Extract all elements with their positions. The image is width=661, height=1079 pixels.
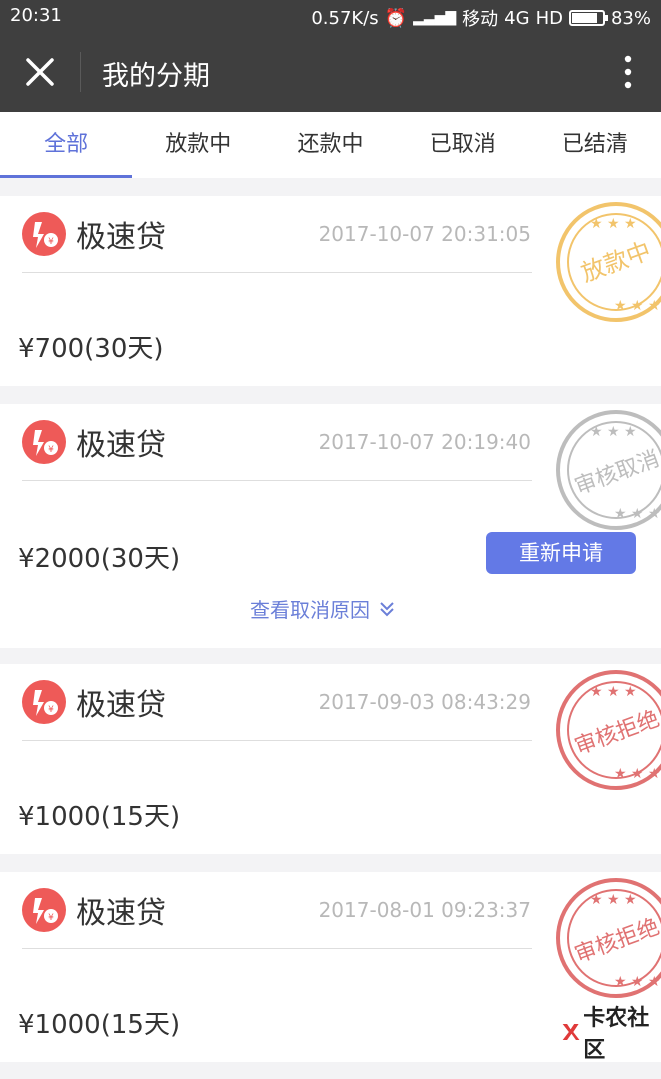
loan-time: 2017-10-07 20:19:40 <box>318 430 531 454</box>
loan-time: 2017-09-03 08:43:29 <box>318 690 531 714</box>
more-options-icon[interactable] <box>613 54 643 90</box>
product-logo-icon: ¥ <box>22 680 66 724</box>
svg-text:★ ★ ★: ★ ★ ★ <box>590 684 637 700</box>
stamp-text: 放款中 <box>577 237 654 288</box>
cancel-reason-label: 查看取消原因 <box>250 598 370 622</box>
svg-text:★ ★ ★: ★ ★ ★ <box>590 216 637 232</box>
tab-repaying[interactable]: 还款中 <box>264 112 396 178</box>
status-bar: 20:31 0.57K/s ⏰ ▂▃▅▇ 移动 4G HD 83% <box>0 0 661 32</box>
card-divider <box>22 480 532 481</box>
status-stamp-icon: ★ ★ ★ ★ ★ ★ 审核拒绝 <box>556 878 661 998</box>
double-chevron-down-icon <box>380 601 394 616</box>
svg-text:¥: ¥ <box>48 445 54 455</box>
svg-text:★ ★ ★: ★ ★ ★ <box>614 298 661 314</box>
product-name: 极速贷 <box>76 220 166 255</box>
watermark: 卡农社区 <box>560 1000 661 1064</box>
loan-amount: ¥700(30天) <box>18 334 164 364</box>
hd-indicator: HD <box>535 7 563 29</box>
watermark-text: 卡农社区 <box>583 1006 650 1063</box>
loan-card[interactable]: ¥ 极速贷 2017-09-03 08:43:29 ¥1000(15天) ★ ★… <box>0 664 661 854</box>
view-cancel-reason-link[interactable]: 查看取消原因 <box>250 594 396 623</box>
product-logo-icon: ¥ <box>22 212 66 256</box>
product-name: 极速贷 <box>76 428 166 463</box>
close-icon[interactable] <box>20 52 60 92</box>
svg-text:¥: ¥ <box>48 705 54 715</box>
card-divider <box>22 272 532 273</box>
svg-text:★ ★ ★: ★ ★ ★ <box>614 766 661 782</box>
tab-disbursing[interactable]: 放款中 <box>132 112 264 178</box>
battery-percent: 83% <box>610 7 651 29</box>
product-name: 极速贷 <box>76 896 166 931</box>
loan-card[interactable]: ¥ 极速贷 2017-10-07 20:19:40 ¥2000(30天) ★ ★… <box>0 404 661 648</box>
status-stamp-icon: ★ ★ ★ ★ ★ ★ 审核拒绝 <box>556 670 661 790</box>
tab-all[interactable]: 全部 <box>0 112 133 178</box>
alarm-icon: ⏰ <box>384 7 408 29</box>
status-stamp-icon: ★ ★ ★ ★ ★ ★ 审核取消 <box>556 410 661 530</box>
product-name: 极速贷 <box>76 688 166 723</box>
svg-text:★ ★ ★: ★ ★ ★ <box>590 892 637 908</box>
svg-text:★ ★ ★: ★ ★ ★ <box>590 424 637 440</box>
card-divider <box>22 948 532 949</box>
product-logo-icon: ¥ <box>22 420 66 464</box>
status-indicators: 0.57K/s ⏰ ▂▃▅▇ 移动 4G HD 83% <box>311 5 651 31</box>
loan-amount: ¥1000(15天) <box>18 1010 181 1040</box>
loan-card[interactable]: ¥ 极速贷 2017-10-07 20:31:05 ¥700(30天) ★ ★ … <box>0 196 661 386</box>
title-bar: 我的分期 <box>0 32 661 112</box>
status-time: 20:31 <box>10 5 62 26</box>
product-logo-icon: ¥ <box>22 888 66 932</box>
page-title: 我的分期 <box>102 61 210 92</box>
svg-text:★ ★ ★: ★ ★ ★ <box>614 506 661 522</box>
stamp-text: 审核取消 <box>572 446 661 500</box>
card-divider <box>22 740 532 741</box>
loan-amount: ¥1000(15天) <box>18 802 181 832</box>
carrier-name: 移动 <box>462 9 499 30</box>
watermark-logo-icon <box>562 1024 580 1040</box>
status-stamp-icon: ★ ★ ★ ★ ★ ★ 放款中 <box>556 202 661 322</box>
signal-icon: ▂▃▅▇ <box>413 10 457 26</box>
svg-text:¥: ¥ <box>48 913 54 923</box>
tab-cancelled[interactable]: 已取消 <box>397 112 529 178</box>
loan-time: 2017-08-01 09:23:37 <box>318 898 531 922</box>
battery-icon <box>568 10 608 26</box>
stamp-text: 审核拒绝 <box>572 914 661 968</box>
svg-text:¥: ¥ <box>48 237 54 247</box>
tab-settled[interactable]: 已结清 <box>529 112 661 178</box>
loan-time: 2017-10-07 20:31:05 <box>318 222 531 246</box>
filter-tabs: 全部 放款中 还款中 已取消 已结清 <box>0 112 661 178</box>
loan-amount: ¥2000(30天) <box>18 544 181 574</box>
title-divider <box>80 52 81 92</box>
svg-text:★ ★ ★: ★ ★ ★ <box>614 974 661 990</box>
stamp-text: 审核拒绝 <box>572 706 661 760</box>
reapply-button[interactable]: 重新申请 <box>486 532 636 574</box>
network-type: 4G <box>504 7 530 29</box>
network-speed: 0.57K/s <box>311 7 379 29</box>
